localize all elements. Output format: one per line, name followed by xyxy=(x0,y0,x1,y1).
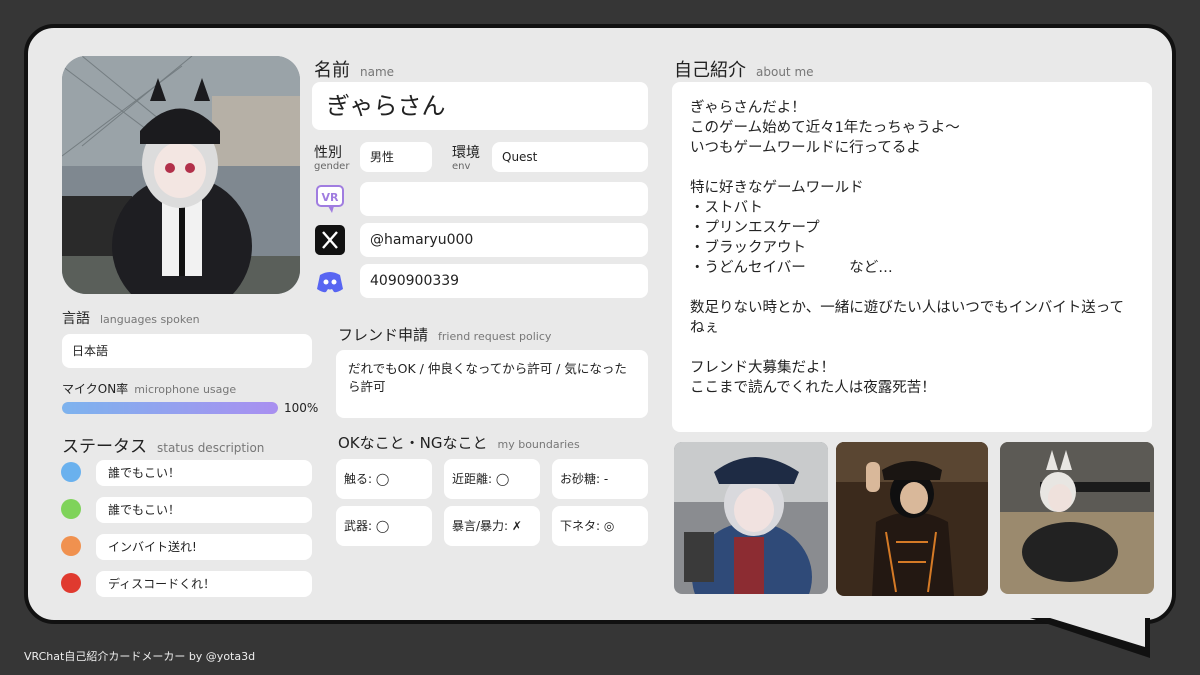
status-text-field: ディスコードくれ！ xyxy=(96,571,312,597)
status-color-dot xyxy=(61,499,81,519)
boundary-item: 近距離: ◯ xyxy=(444,459,540,499)
discord-id-field: 4090900339 xyxy=(360,264,648,298)
boundary-item: 暴言/暴力: ✗ xyxy=(444,506,540,546)
mic-percent: 100% xyxy=(284,401,319,415)
about-text: ぎゃらさんだよ！ このゲーム始めて近々1年たっちゃうよ〜 いつもゲームワールドに… xyxy=(672,82,1152,432)
svg-text:VR: VR xyxy=(322,191,340,204)
mic-progress-bar xyxy=(62,402,278,414)
status-heading: ステータス status description xyxy=(62,437,265,457)
boundary-item: お砂糖: - xyxy=(552,459,648,499)
friend-policy-field: だれでもOK / 仲良くなってから許可 / 気になったら許可 xyxy=(336,350,648,418)
name-field: ぎゃらさん xyxy=(312,82,648,130)
boundary-item: 下ネタ: ◎ xyxy=(552,506,648,546)
env-field: Quest xyxy=(492,142,648,172)
boundaries-heading: OKなこと・NGなこと my boundaries xyxy=(338,434,580,452)
gallery-photo-3 xyxy=(1000,442,1154,594)
vr-field xyxy=(360,182,648,216)
status-color-dot xyxy=(61,462,81,482)
boundary-item: 触る: ◯ xyxy=(336,459,432,499)
vr-chat-icon: VR xyxy=(314,183,346,215)
x-logo-icon xyxy=(314,224,346,256)
footer-credit: VRChat自己紹介カードメーカー by @yota3d xyxy=(24,650,256,663)
language-heading: 言語 languages spoken xyxy=(62,311,200,327)
language-field: 日本語 xyxy=(62,334,312,368)
mic-progress-fill xyxy=(62,402,278,414)
gallery-photo-2 xyxy=(836,442,988,596)
about-heading: 自己紹介 about me xyxy=(674,60,814,81)
boundary-item: 武器: ◯ xyxy=(336,506,432,546)
discord-icon xyxy=(314,265,346,297)
name-heading: 名前 name xyxy=(314,60,395,81)
gender-field: 男性 xyxy=(360,142,432,172)
gender-label: 性別 gender xyxy=(314,145,350,172)
status-color-dot xyxy=(61,573,81,593)
friend-heading: フレンド申請 friend request policy xyxy=(338,326,552,344)
status-text-field: 誰でもこい！ xyxy=(96,497,312,523)
mic-heading: マイクON率 microphone usage xyxy=(62,382,237,396)
status-text-field: 誰でもこい！ xyxy=(96,460,312,486)
gallery-photo-1 xyxy=(674,442,828,594)
env-label: 環境 env xyxy=(452,145,480,172)
status-color-dot xyxy=(61,536,81,556)
x-handle-field: @hamaryu000 xyxy=(360,223,648,257)
status-text-field: インバイト送れ! xyxy=(96,534,312,560)
avatar-photo xyxy=(62,56,300,294)
